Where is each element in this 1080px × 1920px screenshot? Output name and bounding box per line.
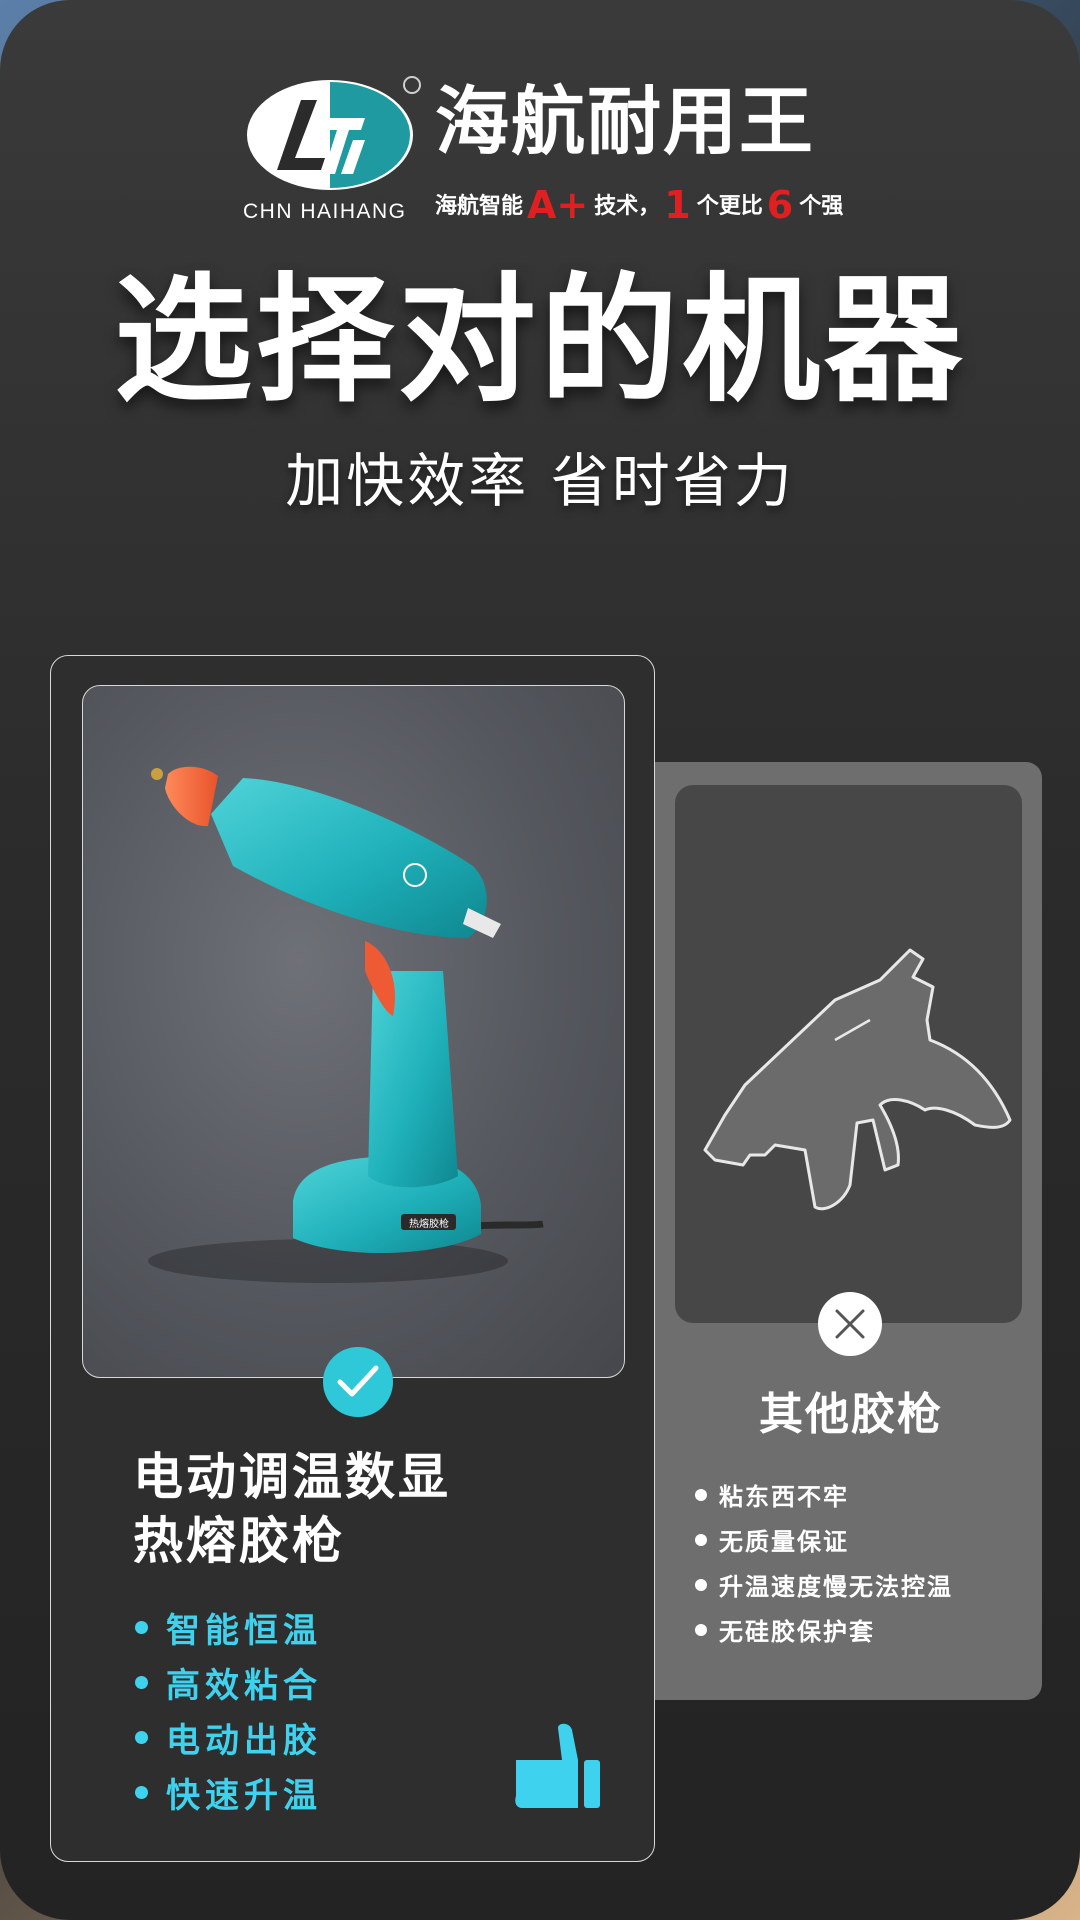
base-label: 热熔胶枪 [409,1217,449,1230]
other-product-title: 其他胶枪 [759,1389,943,1440]
check-mark [337,1365,379,1397]
brand-tagline: 海航智能 A+ 技术， 1 个更比 6 个强 [435,183,843,227]
list-item: 电动出胶 [135,1710,322,1765]
title-line-1: 电动调温数显 [133,1448,451,1506]
tagline-suffix: 个强 [799,194,844,219]
brand-logo: CHN HAIHANG [243,78,415,223]
logo-text: CHN HAIHANG [243,200,407,223]
list-item: 智能恒温 [135,1600,322,1655]
tagline-prefix: 海航智能 [435,194,524,219]
list-item: 升温速度慢无法控温 [695,1562,953,1607]
brand-logo-icon [247,80,413,190]
feature-text: 高效粘合 [166,1666,322,1706]
list-item: 快速升温 [135,1765,322,1820]
featured-product-image: 热熔胶枪 [82,685,625,1378]
feature-text: 电动出胶 [166,1721,322,1761]
drawback-text: 升温速度慢无法控温 [719,1573,953,1601]
drawback-text: 无质量保证 [719,1528,849,1556]
glue-gun-illustration: 热熔胶枪 [148,766,544,1283]
list-item: 无质量保证 [695,1517,953,1562]
drawback-text: 粘东西不牢 [719,1483,849,1511]
thumbs-up-icon [515,1723,600,1808]
tagline-mid: 技术， [594,194,661,219]
bullet [135,1676,148,1689]
drawback-text: 无硅胶保护套 [719,1618,875,1646]
headline: 选择对的机器 [113,260,966,421]
other-glue-gun-illustration [703,948,1012,1211]
featured-feature-list: 智能恒温 高效粘合 电动出胶 快速升温 [135,1600,322,1820]
other-drawback-list: 粘东西不牢 无质量保证 升温速度慢无法控温 无硅胶保护套 [695,1472,953,1652]
list-item: 高效粘合 [135,1655,322,1710]
tagline-mid-two: 个更比 [696,194,763,219]
bullet [695,1623,707,1636]
registered-mark [403,76,421,94]
list-item: 无硅胶保护套 [695,1607,953,1652]
feature-text: 快速升温 [166,1776,322,1816]
brand-name: 海航耐用王 [435,79,815,165]
tagline-number-six: 6 [766,183,794,227]
x-mark [835,1309,865,1339]
close-icon [818,1292,882,1356]
bullet [135,1621,148,1634]
title-line-2: 热熔胶枪 [133,1512,345,1570]
subheadline: 加快效率 省时省力 [285,447,795,515]
tagline-number-one: 1 [664,183,691,227]
bullet [135,1786,148,1799]
list-item: 粘东西不牢 [695,1472,953,1517]
tagline-grade: A+ [527,183,589,227]
main-panel: CHN HAIHANG 海航耐用王 海航智能 A+ 技术， 1 个更比 6 个强 选择对的机… [0,0,1080,1920]
check-icon [323,1347,393,1417]
feature-text: 智能恒温 [166,1611,322,1651]
bullet [695,1533,707,1546]
bullet [695,1488,707,1501]
bullet [135,1731,148,1744]
bullet [695,1578,707,1591]
featured-product-title: 电动调温数显 热熔胶枪 [133,1445,451,1573]
